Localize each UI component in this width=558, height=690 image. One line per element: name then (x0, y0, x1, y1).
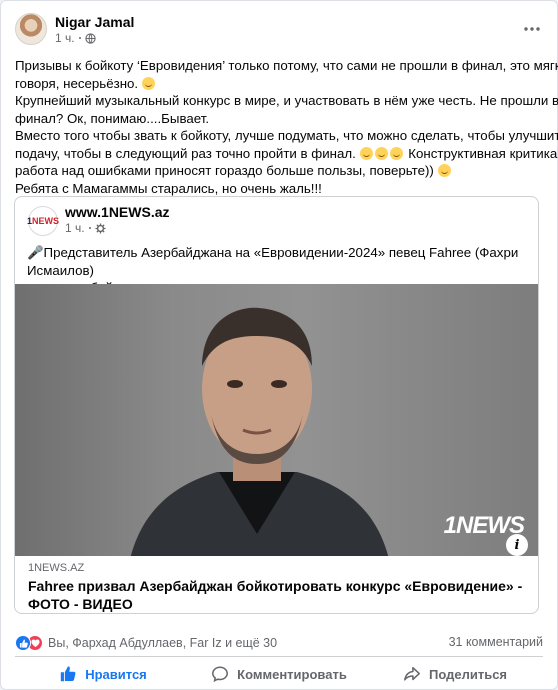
link-domain[interactable]: 1NEWS.AZ (28, 562, 84, 574)
like-label: Нравится (85, 666, 147, 682)
source-logo[interactable]: 1 NEWS (27, 206, 59, 236)
laughing-emoji-icon (359, 146, 373, 160)
link-title[interactable]: Fahree призвал Азербайджан бойкотировать… (28, 577, 528, 613)
post-text: Призывы к бойкоту ‘Евровидения’ только п… (15, 57, 558, 197)
info-icon[interactable]: i (506, 534, 528, 556)
share-button[interactable]: Поделиться (367, 658, 543, 690)
thumbs-up-icon (61, 666, 76, 682)
reactors-text[interactable]: Вы, Фархад Абдуллаев, Far Iz и ещё 30 (48, 636, 277, 650)
post-header: Nigar Jamal 1 ч. (15, 13, 543, 47)
shared-photo[interactable]: 1NEWS i (15, 284, 538, 556)
author-name[interactable]: Nigar Jamal (55, 14, 134, 30)
more-options-button[interactable] (521, 18, 543, 40)
more-dots-icon (524, 27, 540, 31)
post-text-line: финал? Ок, понимаю....Бывает. (15, 110, 210, 126)
shared-post[interactable]: 1 NEWS www.1NEWS.az 1 ч. 🎤Представитель А… (14, 196, 539, 614)
separator-dot (78, 37, 81, 39)
comment-button[interactable]: Комментировать (191, 658, 367, 690)
smile-emoji-icon (141, 76, 155, 90)
post-text-line: Вместо того чтобы звать к бойкоту, лучше… (15, 128, 558, 143)
post-meta: 1 ч. (55, 31, 96, 45)
post-text-line: подачу, чтобы в следующий раз точно прой… (15, 145, 558, 161)
post-time[interactable]: 1 ч. (55, 31, 75, 45)
separator-dot (88, 227, 91, 229)
like-reaction-icon (15, 635, 31, 651)
divider (15, 656, 543, 657)
post-card: Nigar Jamal 1 ч. Призывы к бойкоту ‘Евро… (0, 0, 558, 690)
shared-source-name[interactable]: www.1NEWS.az (65, 204, 170, 220)
comment-icon (212, 666, 229, 683)
post-text-line: Ребята с Мамагаммы старались, но очень ж… (15, 180, 322, 196)
share-label: Поделиться (428, 666, 508, 682)
share-arrow-icon (404, 666, 420, 681)
reaction-summary[interactable]: Вы, Фархад Абдуллаев, Far Iz и ещё 30 (15, 634, 277, 652)
post-text-line: работа над ошибками приносят гораздо бол… (15, 162, 535, 180)
shared-text-line: 🎤Представитель Азербайджана на «Евровиде… (27, 245, 519, 278)
action-bar: Нравится Комментировать Поделиться (15, 658, 543, 690)
like-button[interactable]: Нравится (15, 658, 191, 690)
comment-label: Комментировать (237, 666, 347, 682)
laughing-emoji-icon (389, 146, 403, 160)
comment-count[interactable]: 31 комментарий (449, 635, 543, 649)
shared-meta: 1 ч. (65, 221, 106, 235)
gear-icon (95, 222, 106, 234)
person-portrait-image (130, 307, 389, 556)
avatar[interactable] (15, 13, 47, 45)
post-text-line: Призывы к бойкоту ‘Евровидения’ только п… (15, 58, 558, 73)
shared-time[interactable]: 1 ч. (65, 221, 85, 235)
globe-icon (84, 32, 96, 44)
post-text-line: Крупнейший музыкальный конкурс в мире, и… (15, 93, 558, 108)
laughing-emoji-icon (374, 146, 388, 160)
smile-emoji-icon (437, 164, 451, 177)
post-text-line: говоря, несерьёзно. (15, 75, 535, 93)
